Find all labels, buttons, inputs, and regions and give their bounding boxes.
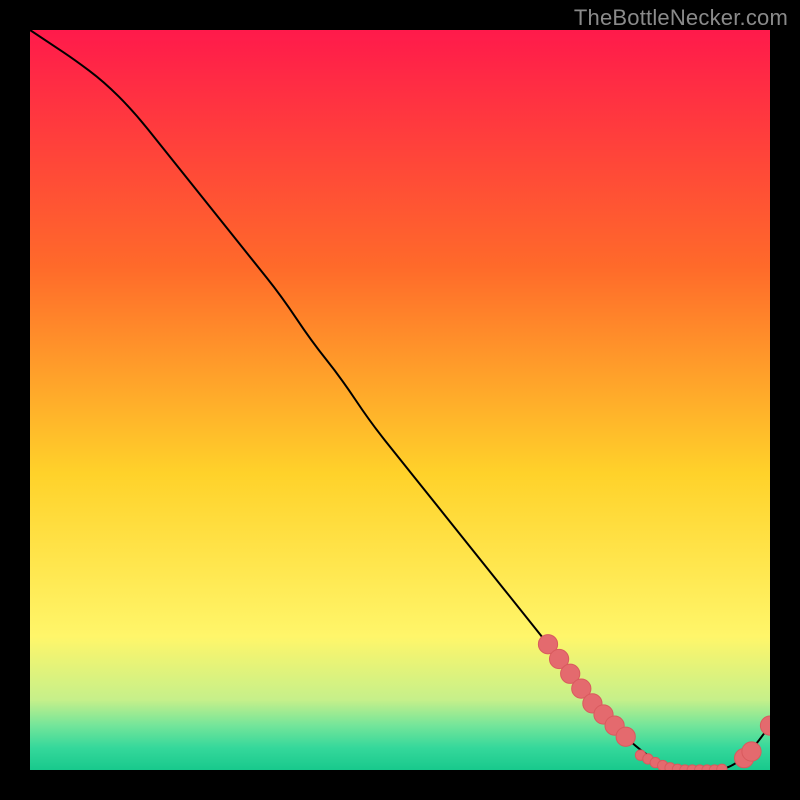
highlight-dot [760,716,779,735]
chart-svg [0,0,800,800]
chart-stage: TheBottleNecker.com [0,0,800,800]
highlight-dot [616,727,635,746]
plot-area [30,30,780,775]
highlight-dot [742,742,761,761]
gradient-background [30,30,770,770]
highlight-dot [717,764,727,774]
watermark-label: TheBottleNecker.com [574,5,788,31]
